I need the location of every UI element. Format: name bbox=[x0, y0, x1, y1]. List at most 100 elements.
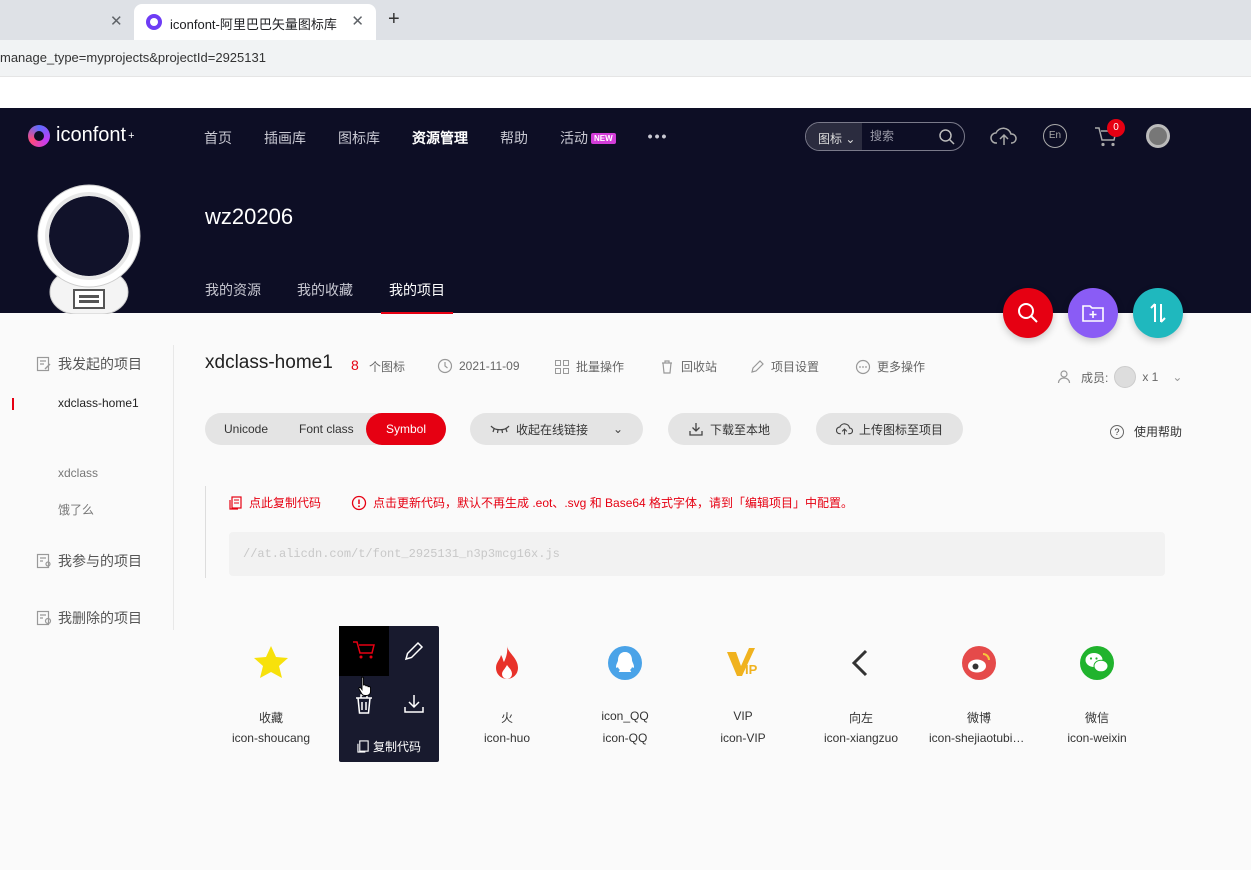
icon-card[interactable]: icon_QQ icon-QQ bbox=[575, 626, 675, 762]
nav-home[interactable]: 首页 bbox=[204, 128, 232, 148]
tab-title: iconfont-阿里巴巴矢量图标库 bbox=[170, 17, 337, 32]
recycle-bin-button[interactable]: 回收站 bbox=[659, 358, 717, 375]
nav-activity[interactable]: 活动 NEW bbox=[560, 128, 616, 148]
sidebar-deleted-header[interactable]: 我删除的项目 bbox=[36, 608, 142, 628]
warning-circle-icon bbox=[351, 495, 367, 510]
search-type-select[interactable]: 图标 ⌄ bbox=[806, 123, 862, 150]
tab-my-favorites[interactable]: 我的收藏 bbox=[297, 280, 353, 300]
icon-name: 收藏 bbox=[258, 711, 283, 725]
tab-my-resources[interactable]: 我的资源 bbox=[205, 280, 261, 300]
icon-card[interactable]: 收藏 icon-shoucang bbox=[221, 626, 321, 762]
icon-name: 向左 bbox=[848, 711, 873, 725]
icon-card[interactable]: IP VIP icon-VIP bbox=[693, 626, 793, 762]
usage-help-link[interactable]: ? 使用帮助 bbox=[1110, 423, 1182, 440]
page-top-spacer bbox=[0, 76, 1251, 108]
close-icon[interactable]: ✕ bbox=[110, 12, 123, 30]
icon-class: icon-QQ bbox=[602, 731, 648, 745]
upload-cloud-icon[interactable] bbox=[990, 124, 1018, 148]
site-logo[interactable]: iconfont + bbox=[28, 124, 135, 147]
project-date: 2021-11-09 bbox=[437, 358, 520, 374]
sort-arrows-icon bbox=[1150, 303, 1166, 323]
search-icon bbox=[1018, 303, 1038, 323]
download-local-button[interactable]: 下载至本地 bbox=[668, 413, 791, 445]
recycle-bin-label: 回收站 bbox=[681, 360, 718, 374]
chevron-down-icon: ⌄ bbox=[1172, 370, 1183, 384]
collapse-online-link-button[interactable]: 收起在线链接 ⌄ bbox=[470, 413, 643, 445]
copy-code-link[interactable]: 点此复制代码 bbox=[229, 494, 321, 511]
sidebar-joined-header[interactable]: 我参与的项目 bbox=[36, 551, 142, 571]
sidebar-joined-title: 我参与的项目 bbox=[58, 553, 142, 569]
more-dots-icon[interactable]: ••• bbox=[648, 128, 669, 148]
search-type-label: 图标 bbox=[818, 132, 843, 146]
upload-icons-button[interactable]: 上传图标至项目 bbox=[816, 413, 963, 445]
profile-username: wz20206 bbox=[205, 204, 294, 229]
project-settings-button[interactable]: 项目设置 bbox=[749, 358, 819, 375]
upload-cloud-icon bbox=[836, 423, 853, 435]
address-bar[interactable]: manage_type=myprojects&projectId=2925131 bbox=[0, 40, 1251, 76]
download-local-label: 下载至本地 bbox=[710, 422, 771, 437]
logo-text: iconfont bbox=[56, 124, 127, 146]
cart-count-badge: 0 bbox=[1107, 119, 1125, 137]
icon-card[interactable]: 向左 icon-xiangzuo bbox=[811, 626, 911, 762]
sidebar-item-xdclass[interactable]: xdclass bbox=[58, 466, 98, 480]
profile-avatar bbox=[37, 184, 141, 314]
download-icon-button[interactable] bbox=[389, 679, 439, 729]
url-text[interactable]: manage_type=myprojects&projectId=2925131 bbox=[0, 50, 266, 65]
copy-code-button[interactable]: 复制代码 bbox=[339, 738, 439, 755]
project-edit-icon bbox=[36, 356, 51, 372]
icon-card[interactable]: 火 icon-huo bbox=[457, 626, 557, 762]
icon-name: 微博 bbox=[966, 711, 991, 725]
tab-my-projects[interactable]: 我的项目 bbox=[381, 280, 453, 314]
icon-name: 微信 bbox=[1084, 711, 1109, 725]
nav-help[interactable]: 帮助 bbox=[500, 128, 528, 148]
tab-unicode[interactable]: Unicode bbox=[224, 422, 268, 436]
member-avatar bbox=[1114, 366, 1137, 388]
add-folder-fab[interactable] bbox=[1068, 288, 1118, 338]
icon-class: icon-shoucang bbox=[231, 731, 311, 745]
copy-code-label: 点此复制代码 bbox=[249, 496, 322, 510]
tab-symbol[interactable]: Symbol bbox=[366, 413, 446, 445]
close-icon[interactable]: ✕ bbox=[351, 12, 364, 30]
copy-document-icon bbox=[357, 740, 369, 753]
pointer-cursor-icon bbox=[358, 676, 371, 696]
weibo-icon bbox=[962, 646, 996, 680]
search-icon[interactable] bbox=[938, 128, 956, 146]
qq-icon bbox=[608, 646, 642, 680]
browser-tabstrip: ✕ iconfont-阿里巴巴矢量图标库 ✕ + bbox=[0, 0, 1251, 40]
icon-name: 火 bbox=[500, 711, 513, 725]
batch-operation-button[interactable]: 批量操作 bbox=[554, 358, 624, 375]
more-operations-button[interactable]: 更多操作 bbox=[855, 358, 925, 375]
trash-icon bbox=[662, 359, 672, 374]
symbol-code-url[interactable]: //at.alicdn.com/t/font_2925131_n3p3mcg16… bbox=[229, 532, 1165, 576]
icon-card[interactable]: 微博 icon-shejiaotubiao-weibo bbox=[929, 626, 1029, 762]
eye-closed-icon bbox=[490, 425, 510, 434]
nav-illustrations[interactable]: 插画库 bbox=[264, 128, 306, 148]
download-icon bbox=[689, 423, 703, 436]
usage-help-label: 使用帮助 bbox=[1134, 425, 1183, 439]
icon-name: icon_QQ bbox=[601, 709, 649, 723]
sidebar-initiated-header[interactable]: 我发起的项目 bbox=[36, 354, 142, 374]
sidebar-item-eleme[interactable]: 饿了么 bbox=[58, 501, 94, 518]
edit-icon-button[interactable] bbox=[389, 626, 439, 676]
code-panel-border bbox=[205, 486, 213, 578]
new-tab-icon[interactable]: + bbox=[388, 8, 400, 31]
nav-resource-manage[interactable]: 资源管理 bbox=[412, 128, 468, 148]
nav-icon-library[interactable]: 图标库 bbox=[338, 128, 380, 148]
user-avatar[interactable] bbox=[1146, 124, 1170, 148]
language-icon[interactable]: En bbox=[1043, 124, 1067, 148]
add-to-cart-button[interactable] bbox=[339, 626, 389, 676]
browser-tab[interactable]: iconfont-阿里巴巴矢量图标库 ✕ bbox=[134, 4, 376, 40]
cart-icon bbox=[353, 641, 375, 659]
icon-card-hover[interactable]: 复制代码 bbox=[339, 626, 439, 762]
tab-font-class[interactable]: Font class bbox=[299, 422, 354, 436]
project-members[interactable]: 成员: x 1 ⌄ bbox=[1057, 366, 1182, 388]
search-fab[interactable] bbox=[1003, 288, 1053, 338]
icon-card[interactable]: 微信 icon-weixin bbox=[1047, 626, 1147, 762]
project-settings-label: 项目设置 bbox=[771, 360, 820, 374]
icon-class: icon-huo bbox=[483, 731, 531, 745]
sidebar-item-xdclass-home1[interactable]: xdclass-home1 bbox=[58, 396, 139, 410]
pencil-icon bbox=[404, 641, 424, 661]
sort-fab[interactable] bbox=[1133, 288, 1183, 338]
search-input[interactable] bbox=[870, 129, 930, 143]
update-code-warning[interactable]: 点击更新代码，默认不再生成 .eot、.svg 和 Base64 格式字体，请到… bbox=[351, 494, 853, 511]
